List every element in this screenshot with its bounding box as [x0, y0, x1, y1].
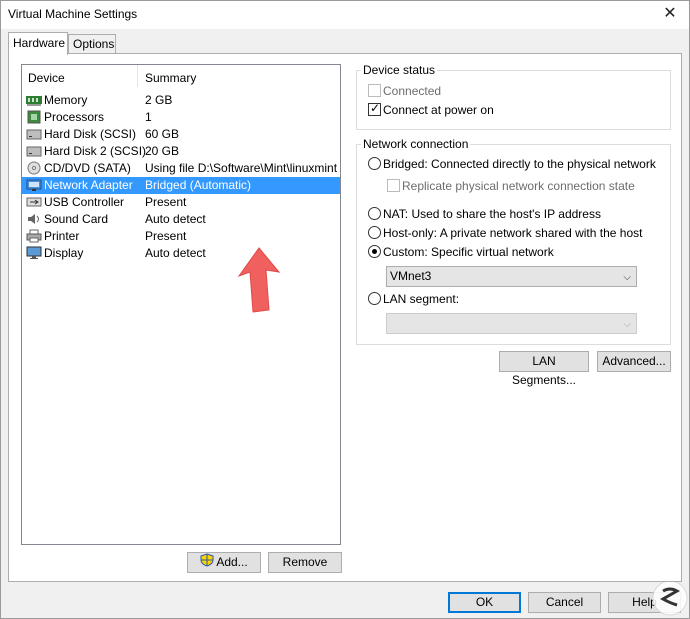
column-device[interactable]: Device: [28, 71, 65, 85]
vmnet-dropdown[interactable]: VMnet3 ⌵: [386, 266, 637, 287]
hard-disk-icon: [26, 144, 42, 158]
device-summary: Auto detect: [145, 212, 206, 226]
tab-options[interactable]: Options: [68, 34, 116, 53]
remove-button-label: Remove: [282, 555, 328, 569]
vmnet-dropdown-value: VMnet3: [390, 269, 432, 283]
title-bar: Virtual Machine Settings ✕: [1, 1, 689, 29]
device-summary: 60 GB: [145, 127, 180, 141]
device-row-memory[interactable]: Memory 2 GB: [22, 92, 340, 109]
device-name: Hard Disk (SCSI): [44, 127, 137, 141]
check-icon: ✓: [370, 101, 381, 115]
printer-icon: [26, 229, 42, 243]
device-row-usb-controller[interactable]: USB Controller Present: [22, 194, 340, 211]
column-divider[interactable]: [137, 65, 138, 87]
ok-button-label: OK: [475, 595, 494, 609]
lan-segment-label: LAN segment:: [383, 292, 460, 306]
device-row-hard-disk-2[interactable]: Hard Disk 2 (SCSI) 20 GB: [22, 143, 340, 160]
hardware-panel: Device Summary Memory 2 GB Processors 1 …: [8, 53, 682, 582]
column-summary[interactable]: Summary: [145, 71, 196, 85]
lan-segments-button[interactable]: LAN Segments...: [499, 351, 589, 387]
host-only-radio[interactable]: [368, 226, 381, 239]
sound-card-icon: [26, 212, 42, 226]
radio-selected-dot: [372, 249, 377, 254]
connect-at-power-on-checkbox[interactable]: ✓: [368, 101, 381, 116]
device-name: Network Adapter: [44, 178, 133, 192]
usb-icon: [26, 195, 42, 209]
cd-dvd-icon: [26, 161, 42, 175]
nat-label: NAT: Used to share the host's IP address: [383, 207, 601, 221]
host-only-label: Host-only: A private network shared with…: [383, 226, 643, 240]
nat-radio[interactable]: [368, 207, 381, 220]
device-summary: Bridged (Automatic): [145, 178, 252, 192]
replicate-label: Replicate physical network connection st…: [402, 179, 635, 193]
device-row-hard-disk[interactable]: Hard Disk (SCSI) 60 GB: [22, 126, 340, 143]
processor-icon: [26, 110, 42, 124]
device-rows: Memory 2 GB Processors 1 Hard Disk (SCSI…: [22, 92, 340, 262]
close-icon[interactable]: ✕: [657, 2, 683, 26]
device-row-printer[interactable]: Printer Present: [22, 228, 340, 245]
replicate-checkbox[interactable]: [387, 179, 400, 192]
network-adapter-icon: [26, 178, 42, 192]
shield-icon: [200, 553, 214, 573]
connected-label: Connected: [383, 84, 442, 98]
custom-radio[interactable]: [368, 245, 381, 258]
lan-segment-radio[interactable]: [368, 292, 381, 305]
settings-window: Virtual Machine Settings ✕ Hardware Opti…: [0, 0, 690, 619]
device-status-title: Device status: [361, 63, 438, 77]
advanced-button-label: Advanced...: [602, 354, 666, 368]
annotation-arrow-icon: [237, 247, 281, 313]
device-list[interactable]: Device Summary Memory 2 GB Processors 1 …: [21, 64, 341, 545]
device-summary: Present: [145, 195, 187, 209]
display-icon: [26, 246, 42, 260]
device-row-cd-dvd[interactable]: CD/DVD (SATA) Using file D:\Software\Min…: [22, 160, 340, 177]
device-name: Printer: [44, 229, 80, 243]
device-name: USB Controller: [44, 195, 125, 209]
device-name: CD/DVD (SATA): [44, 161, 131, 175]
window-title: Virtual Machine Settings: [8, 7, 138, 21]
cancel-button-label: Cancel: [545, 595, 584, 609]
bridged-label: Bridged: Connected directly to the physi…: [383, 157, 656, 171]
add-button-label: Add...: [216, 555, 248, 570]
hard-disk-icon: [26, 127, 42, 141]
remove-button[interactable]: Remove: [268, 552, 342, 573]
tab-options-label: Options: [73, 37, 115, 51]
lan-segment-dropdown[interactable]: ⌵: [386, 313, 637, 334]
device-row-display[interactable]: Display Auto detect: [22, 245, 340, 262]
connected-checkbox[interactable]: [368, 84, 381, 97]
device-name: Sound Card: [44, 212, 109, 226]
tab-hardware-label: Hardware: [13, 36, 66, 50]
device-summary: 2 GB: [145, 93, 173, 107]
device-summary: 20 GB: [145, 144, 180, 158]
tab-hardware[interactable]: Hardware: [8, 32, 68, 55]
device-name: Display: [44, 246, 84, 260]
device-list-header: Device Summary: [22, 65, 340, 87]
lan-segments-button-label: LAN Segments...: [511, 354, 577, 387]
device-name: Memory: [44, 93, 88, 107]
watermark-logo-icon: [652, 580, 688, 616]
memory-icon: [26, 93, 42, 107]
device-status-group: [356, 70, 671, 130]
chevron-down-icon: ⌵: [623, 319, 631, 330]
advanced-button[interactable]: Advanced...: [597, 351, 671, 372]
cancel-button[interactable]: Cancel: [528, 592, 601, 613]
network-connection-title: Network connection: [361, 137, 471, 151]
device-name: Hard Disk 2 (SCSI): [44, 144, 147, 158]
chevron-down-icon: ⌵: [623, 272, 631, 283]
ok-button[interactable]: OK: [448, 592, 521, 613]
bridged-radio[interactable]: [368, 157, 381, 170]
connect-at-power-on-label: Connect at power on: [383, 103, 494, 117]
device-summary: 1: [145, 110, 152, 124]
device-name: Processors: [44, 110, 105, 124]
device-row-sound-card[interactable]: Sound Card Auto detect: [22, 211, 340, 228]
device-row-network-adapter[interactable]: Network Adapter Bridged (Automatic): [22, 177, 340, 194]
custom-label: Custom: Specific virtual network: [383, 245, 554, 259]
device-row-processors[interactable]: Processors 1: [22, 109, 340, 126]
add-button[interactable]: Add...: [187, 552, 261, 573]
device-summary: Using file D:\Software\Mint\linuxmint...: [145, 161, 337, 175]
device-summary: Present: [145, 229, 187, 243]
